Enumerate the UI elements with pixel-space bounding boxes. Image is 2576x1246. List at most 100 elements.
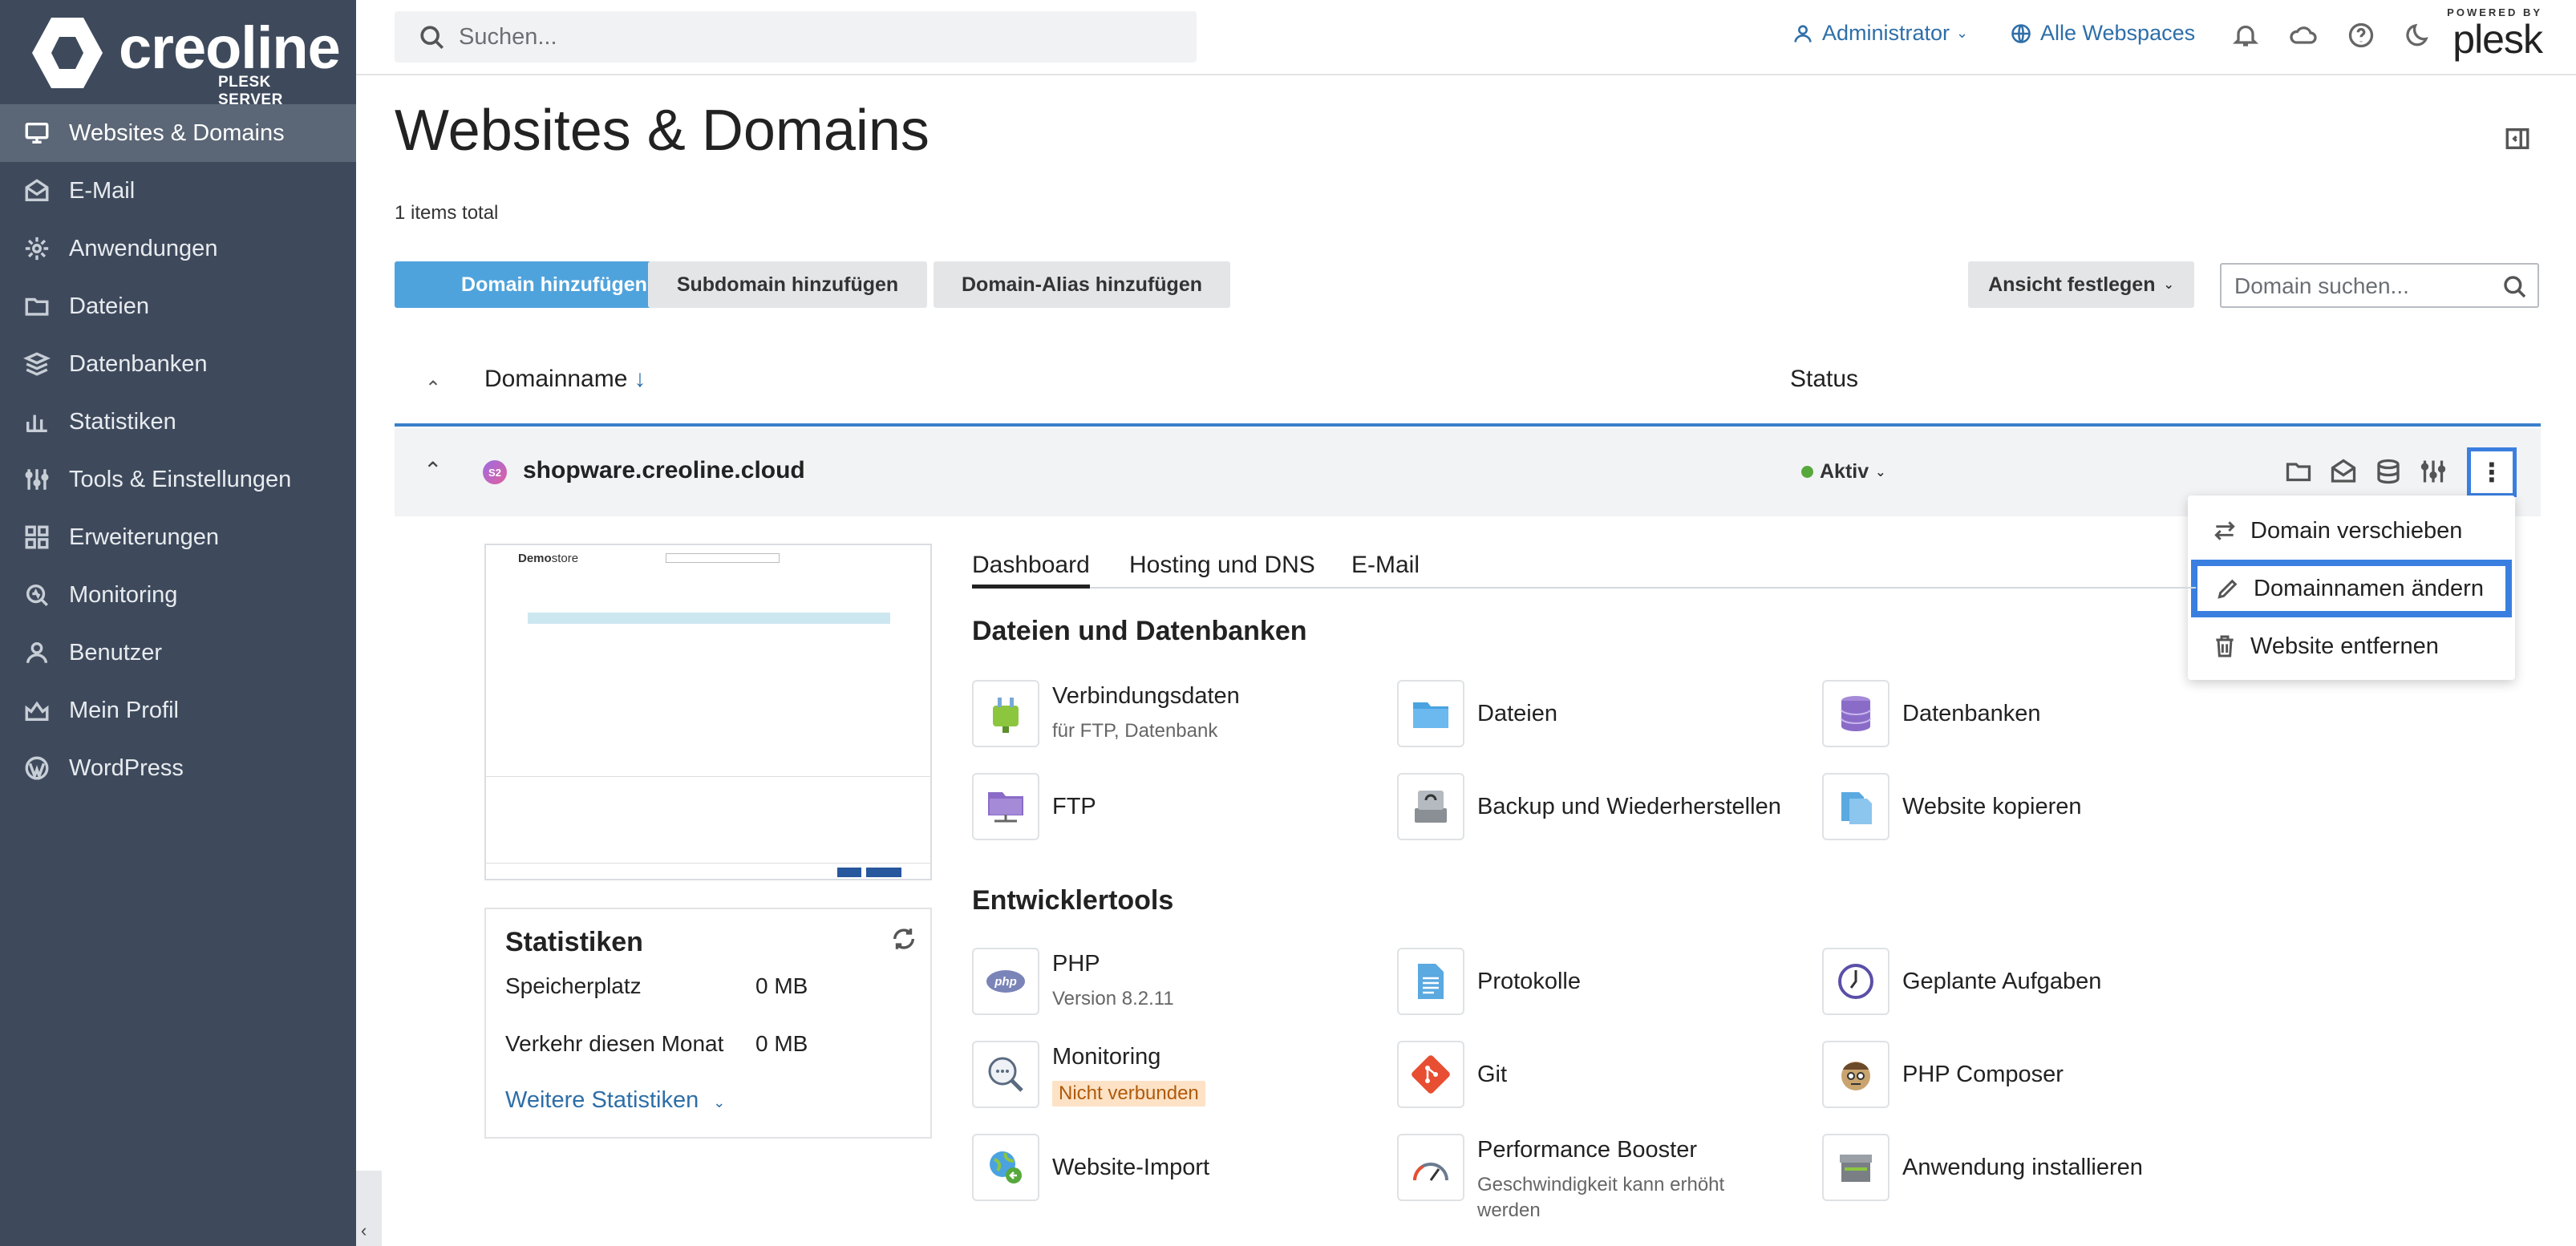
sidebar-collapse-toggle[interactable]: ‹ [356, 1171, 382, 1246]
tool-verbindungsdaten[interactable]: Verbindungsdaten für FTP, Datenbank [972, 680, 1309, 749]
global-search[interactable] [395, 11, 1197, 63]
search-input[interactable] [459, 19, 1181, 55]
preview-divider [486, 863, 932, 864]
tool-name: Monitoring [1052, 1044, 1161, 1070]
domain-search-input[interactable] [2234, 273, 2491, 300]
row-actions [2284, 457, 2464, 487]
tab-hosting-dns[interactable]: Hosting und DNS [1129, 552, 1315, 589]
notifications-icon[interactable] [2231, 21, 2260, 50]
sliders-icon[interactable] [2419, 457, 2449, 487]
database-icon[interactable] [2374, 457, 2404, 487]
collapse-all-icon[interactable]: ⌃ [425, 377, 441, 400]
search-icon [2504, 276, 2526, 298]
wordpress-icon [22, 754, 51, 783]
menu-item-label: Website entfernen [2250, 633, 2439, 659]
sidebar-item-email[interactable]: E-Mail [0, 162, 356, 220]
column-status[interactable]: Status [1790, 366, 1858, 393]
preview-divider [486, 776, 932, 777]
tool-dateien[interactable]: Dateien [1397, 680, 1734, 749]
top-bar: Administrator ⌄ Alle Webspaces POWERED B… [356, 0, 2576, 75]
sidebar-item-tools[interactable]: Tools & Einstellungen [0, 451, 356, 508]
sidebar-item-statistiken[interactable]: Statistiken [0, 393, 356, 451]
tool-geplante-aufgaben[interactable]: Geplante Aufgaben [1822, 948, 2159, 1017]
sidebar-item-datenbanken[interactable]: Datenbanken [0, 335, 356, 393]
php-icon: php [972, 948, 1039, 1015]
webspaces-menu[interactable]: Alle Webspaces [2010, 21, 2195, 46]
domain-name-link[interactable]: shopware.creoline.cloud [523, 457, 805, 484]
tool-php[interactable]: php PHP Version 8.2.11 [972, 948, 1309, 1017]
more-statistics-link[interactable]: Weitere Statistiken ⌄ [505, 1087, 725, 1114]
tool-php-composer[interactable]: PHP Composer [1822, 1041, 2159, 1110]
status-dot [1801, 466, 1813, 478]
tool-backup[interactable]: Backup und Wiederherstellen [1397, 773, 1814, 842]
trash-icon [2216, 635, 2234, 657]
tool-protokolle[interactable]: Protokolle [1397, 948, 1734, 1017]
status-badge: Nicht verbunden [1052, 1081, 1205, 1106]
tool-name: Dateien [1477, 701, 1557, 726]
menu-item-domainnamen-aendern[interactable]: Domainnamen ändern [2191, 560, 2512, 617]
sidebar-item-monitoring[interactable]: Monitoring [0, 566, 356, 624]
status-dropdown[interactable]: Aktiv ⌄ [1801, 460, 1886, 483]
view-settings-button[interactable]: Ansicht festlegen ⌄ [1968, 261, 2194, 308]
sidebar-item-anwendungen[interactable]: Anwendungen [0, 220, 356, 277]
search-icon [420, 26, 444, 50]
tool-website-kopieren[interactable]: Website kopieren [1822, 773, 2159, 842]
bar-chart-icon [22, 407, 51, 436]
user-name: Administrator [1822, 21, 1950, 45]
brand-logo[interactable]: creoline PLESK SERVER [27, 13, 341, 108]
tool-ftp[interactable]: FTP [972, 773, 1309, 842]
sidebar-item-benutzer[interactable]: Benutzer [0, 624, 356, 682]
tool-monitoring[interactable]: Monitoring Nicht verbunden [972, 1041, 1309, 1110]
cloud-icon[interactable] [2289, 21, 2318, 50]
folder-icon [1397, 680, 1464, 747]
preview-logo: Demostore [518, 552, 579, 565]
more-actions-button[interactable]: ⋮ [2467, 447, 2517, 497]
toggle-panel-icon[interactable] [2504, 125, 2531, 152]
sliders-icon [22, 465, 51, 494]
preview-button [866, 868, 901, 877]
preview-banner [528, 613, 890, 624]
user-menu[interactable]: Administrator ⌄ [1792, 21, 1968, 46]
column-domainname[interactable]: Domainname ↓ [484, 366, 646, 393]
chevron-up-icon[interactable]: ⌃ [423, 457, 442, 483]
envelope-icon [22, 176, 51, 205]
monitor-search-icon [22, 581, 51, 609]
add-domain-alias-button[interactable]: Domain-Alias hinzufügen [934, 261, 1230, 308]
refresh-icon[interactable] [890, 925, 919, 954]
dark-mode-icon[interactable] [2404, 21, 2433, 50]
user-icon [1794, 24, 1812, 42]
envelope-icon[interactable] [2329, 457, 2359, 487]
tool-name: Anwendung installieren [1902, 1155, 2143, 1180]
tool-anwendung-installieren[interactable]: Anwendung installieren [1822, 1134, 2191, 1203]
menu-item-domain-verschieben[interactable]: Domain verschieben [2188, 502, 2515, 560]
tool-git[interactable]: Git [1397, 1041, 1734, 1110]
sidebar-item-websites-domains[interactable]: Websites & Domains [0, 104, 356, 162]
user-icon [22, 638, 51, 667]
menu-item-website-entfernen[interactable]: Website entfernen [2188, 617, 2515, 675]
more-vertical-icon: ⋮ [2479, 458, 2505, 487]
tool-name: Protokolle [1477, 969, 1581, 994]
tool-name: Performance Booster [1477, 1137, 1698, 1163]
website-preview[interactable]: Demostore [484, 544, 932, 880]
tool-website-import[interactable]: Website-Import [972, 1134, 1309, 1203]
stat-value: 0 MB [755, 1031, 808, 1056]
grid-icon [22, 523, 51, 552]
folder-icon[interactable] [2284, 457, 2315, 487]
help-icon[interactable] [2347, 21, 2376, 50]
add-subdomain-button[interactable]: Subdomain hinzufügen [648, 261, 927, 308]
sidebar-item-mein-profil[interactable]: Mein Profil [0, 682, 356, 739]
clock-icon [1822, 948, 1889, 1015]
view-settings-label: Ansicht festlegen [1988, 273, 2156, 296]
sidebar-item-dateien[interactable]: Dateien [0, 277, 356, 335]
sidebar-item-wordpress[interactable]: WordPress [0, 739, 356, 797]
tool-performance-booster[interactable]: Performance Booster Geschwindigkeit kann… [1397, 1134, 1766, 1221]
tab-dashboard[interactable]: Dashboard [972, 552, 1090, 589]
page-title: Websites & Domains [395, 99, 930, 163]
tab-email[interactable]: E-Mail [1351, 552, 1420, 589]
domain-search[interactable] [2220, 263, 2539, 308]
status-label: Aktiv [1820, 460, 1869, 483]
tool-datenbanken[interactable]: Datenbanken [1822, 680, 2159, 749]
sidebar: creoline PLESK SERVER Websites & Domains… [0, 0, 356, 1246]
plug-icon [972, 680, 1039, 747]
sidebar-item-erweiterungen[interactable]: Erweiterungen [0, 508, 356, 566]
